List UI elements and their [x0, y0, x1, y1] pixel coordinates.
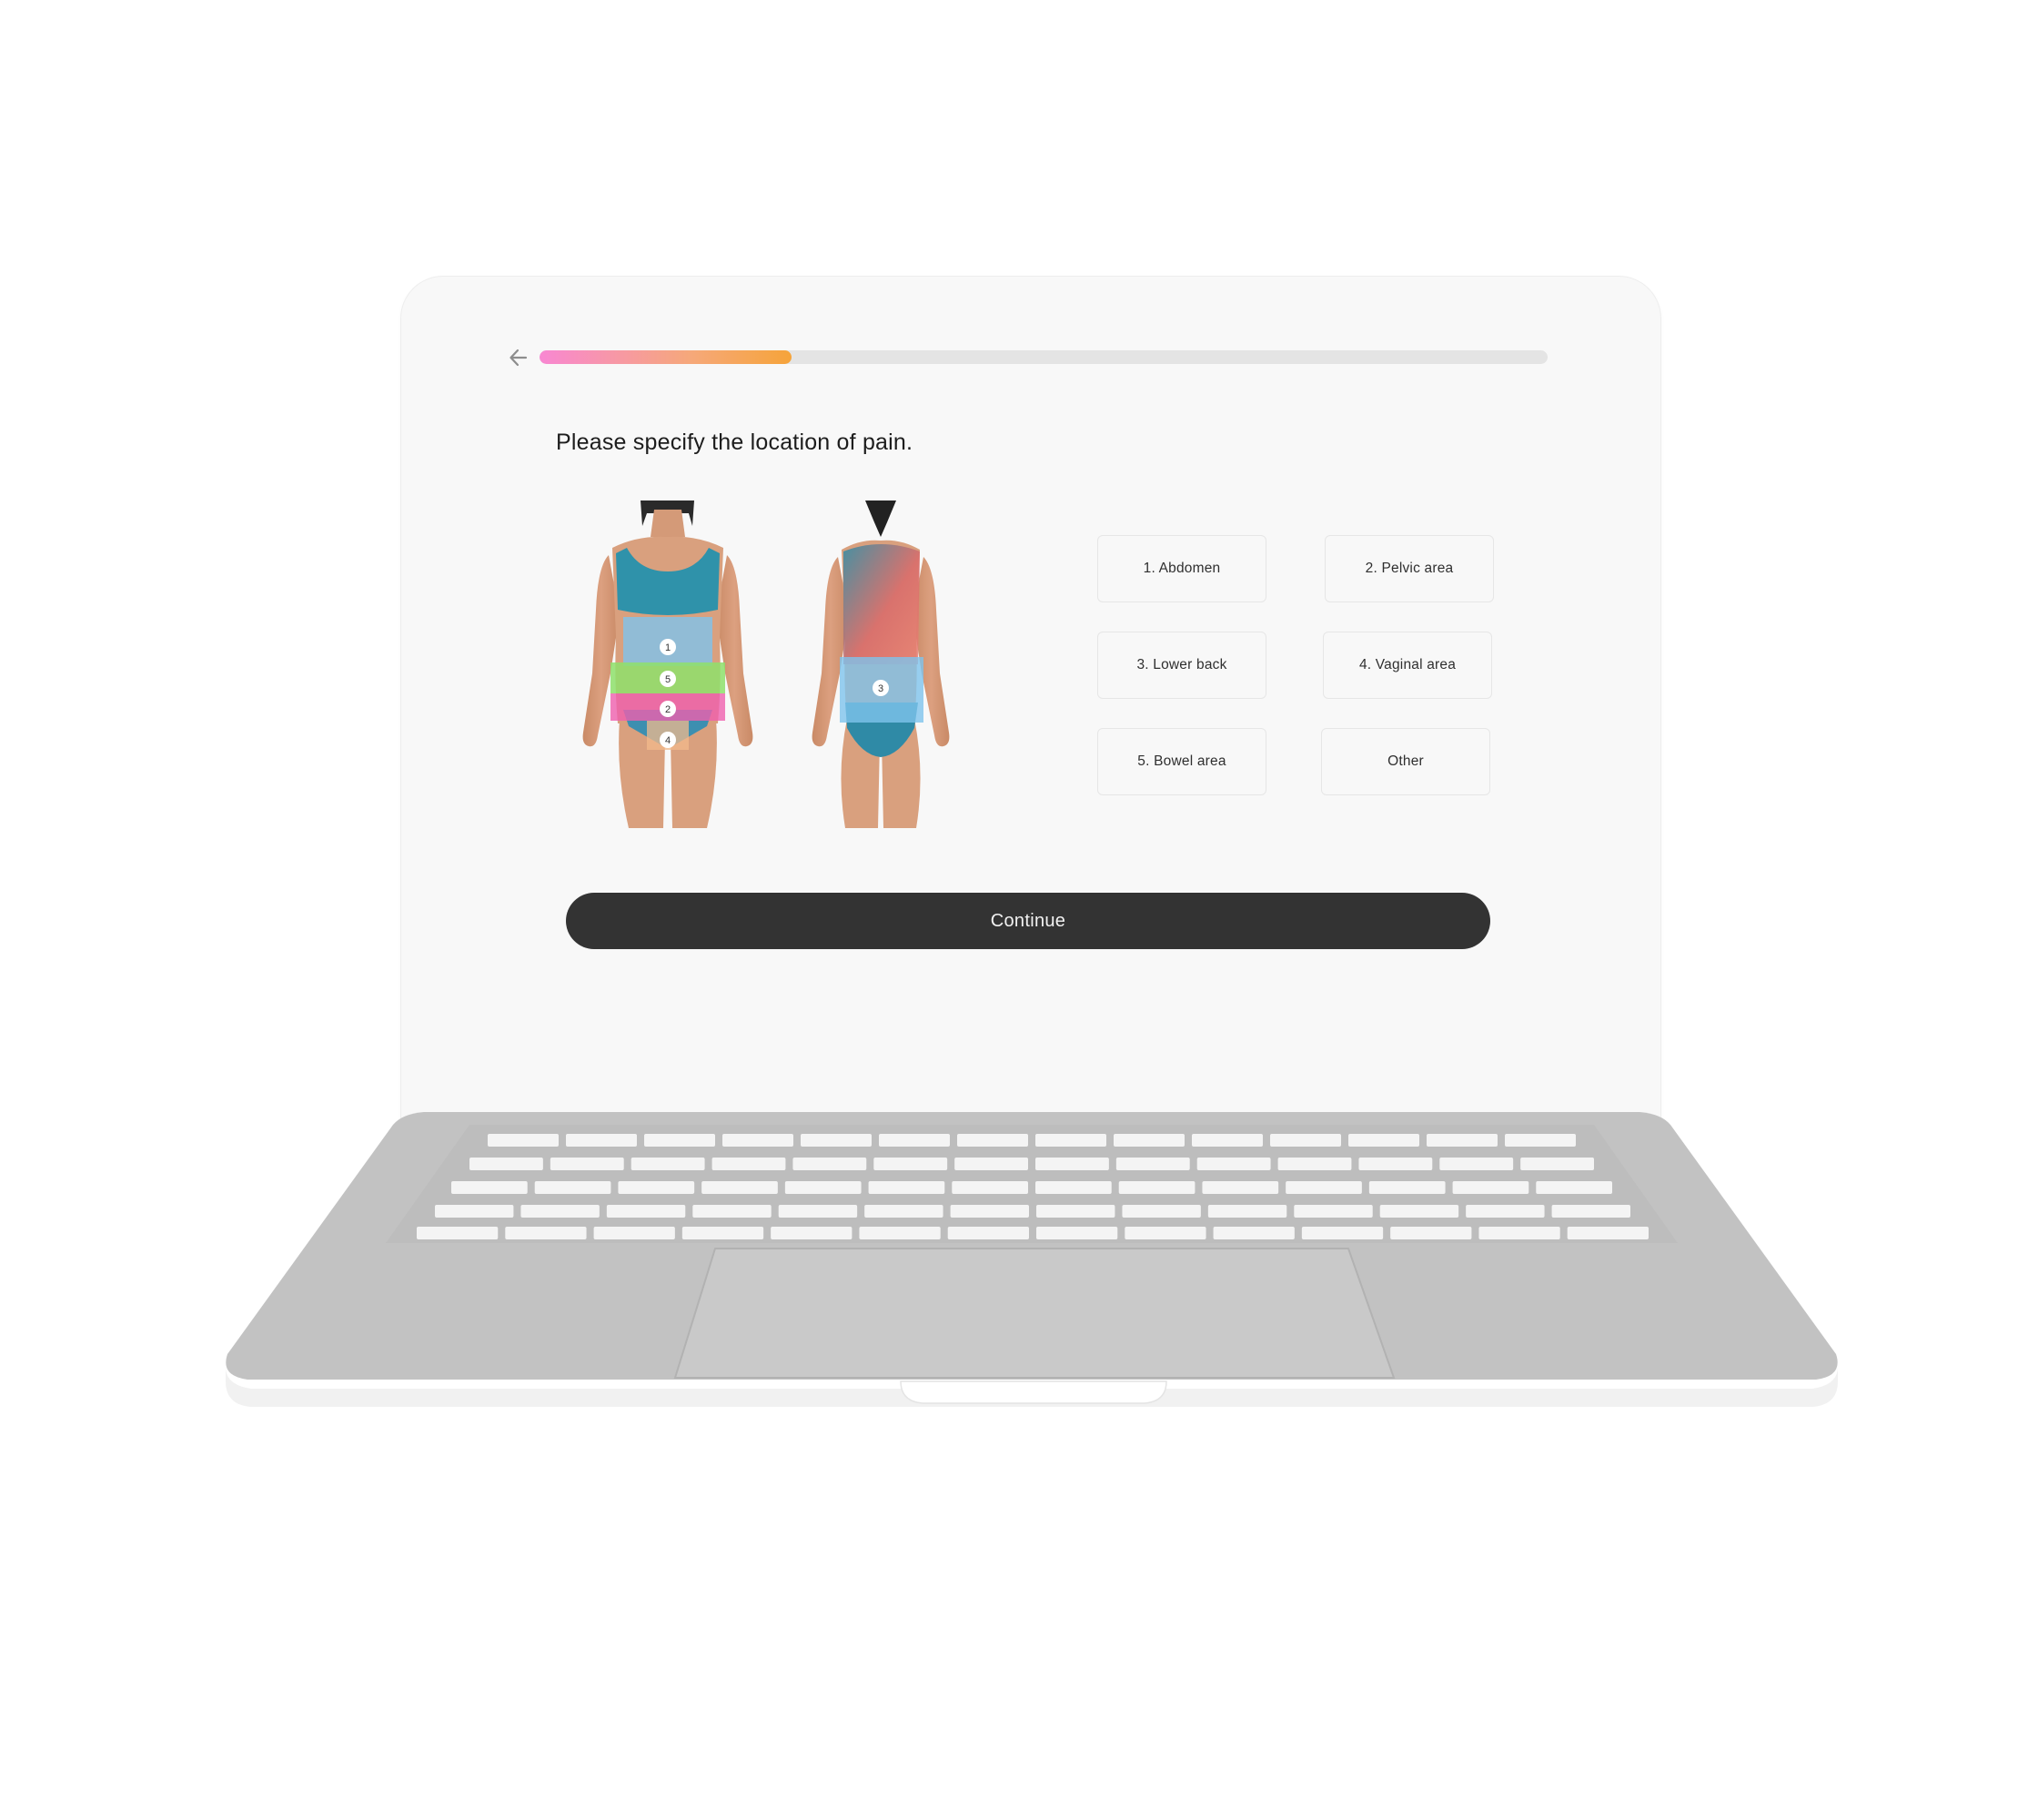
zone-marker-3: 3: [873, 680, 889, 696]
keyboard-key: [1390, 1227, 1472, 1239]
keyboard-key: [1439, 1158, 1514, 1170]
keyboard-key: [1452, 1181, 1529, 1194]
keyboard-key: [1567, 1227, 1649, 1239]
keyboard-key: [1379, 1205, 1459, 1218]
keyboard-key: [771, 1227, 853, 1239]
keyboard-key: [692, 1205, 772, 1218]
keyboard-key: [1277, 1158, 1352, 1170]
keyboard-key: [784, 1181, 862, 1194]
keyboard-key: [606, 1205, 686, 1218]
keyboard-key: [801, 1134, 872, 1147]
keyboard-key: [1125, 1227, 1206, 1239]
keyboard-key: [566, 1134, 637, 1147]
keyboard-key: [1115, 1158, 1190, 1170]
option-bowel-area[interactable]: 5. Bowel area: [1097, 728, 1266, 795]
keyboard-key: [451, 1181, 528, 1194]
keyboard-key: [1536, 1181, 1612, 1194]
keyboard-key: [1035, 1158, 1109, 1170]
svg-text:5: 5: [665, 674, 671, 685]
keyboard-key: [1202, 1181, 1279, 1194]
progress-fill: [540, 350, 792, 364]
zone-marker-2: 2: [660, 701, 676, 717]
keyboard-key: [1294, 1205, 1373, 1218]
keyboard-key: [1348, 1134, 1419, 1147]
option-other[interactable]: Other: [1321, 728, 1490, 795]
continue-button[interactable]: Continue: [566, 893, 1490, 949]
keyboard-key: [417, 1227, 499, 1239]
keyboard-key: [957, 1134, 1028, 1147]
progress-bar: [540, 350, 1548, 364]
keyboard-key: [778, 1205, 858, 1218]
option-lower-back[interactable]: 3. Lower back: [1097, 632, 1266, 699]
keyboard-key: [1192, 1134, 1263, 1147]
body-diagram: 1 5 2 4 3: [582, 500, 950, 828]
keyboard-key: [618, 1181, 695, 1194]
keyboard-key: [864, 1205, 943, 1218]
keyboard-key: [1505, 1134, 1576, 1147]
keyboard-key: [1196, 1158, 1271, 1170]
keyboard-key: [1358, 1158, 1433, 1170]
keyboard-key: [722, 1134, 793, 1147]
zone-marker-5: 5: [660, 671, 676, 687]
keyboard-key: [520, 1205, 600, 1218]
keyboard-key: [950, 1205, 1029, 1218]
app-screen: Please specify the location of pain. 1 5…: [401, 277, 1660, 1126]
svg-text:1: 1: [665, 642, 671, 653]
back-figure: [812, 500, 950, 828]
option-abdomen[interactable]: 1. Abdomen: [1097, 535, 1266, 602]
keyboard-key: [469, 1158, 543, 1170]
keyboard-key: [550, 1158, 624, 1170]
keyboard-key: [435, 1205, 514, 1218]
keyboard-key: [859, 1227, 941, 1239]
keyboard-key: [1122, 1205, 1201, 1218]
zone-marker-1: 1: [660, 639, 676, 655]
question-heading: Please specify the location of pain.: [556, 430, 913, 455]
keyboard-key: [1114, 1134, 1185, 1147]
keyboard-key: [873, 1158, 948, 1170]
keyboard-key: [1118, 1181, 1196, 1194]
keyboard-key: [1478, 1227, 1560, 1239]
back-arrow-icon[interactable]: [507, 346, 530, 369]
option-vaginal-area[interactable]: 4. Vaginal area: [1323, 632, 1492, 699]
keyboard-key: [1368, 1181, 1446, 1194]
front-figure: [582, 500, 753, 828]
keyboard-key: [701, 1181, 778, 1194]
keyboard-key: [954, 1158, 1028, 1170]
keyboard-key: [1286, 1181, 1362, 1194]
keyboard-key: [1035, 1181, 1112, 1194]
keyboard-key: [792, 1158, 867, 1170]
keyboard-key: [1551, 1205, 1630, 1218]
svg-text:4: 4: [665, 735, 671, 746]
svg-text:2: 2: [665, 704, 671, 715]
keyboard-key: [488, 1134, 559, 1147]
keyboard-key: [1207, 1205, 1287, 1218]
laptop-base: [226, 1112, 1838, 1407]
zone-marker-4: 4: [660, 732, 676, 748]
keyboard-key: [947, 1227, 1029, 1239]
keyboard-key: [593, 1227, 675, 1239]
keyboard-key: [631, 1158, 705, 1170]
keyboard-key: [681, 1227, 764, 1239]
keyboard-key: [1036, 1205, 1115, 1218]
keyboard-key: [711, 1158, 786, 1170]
option-pelvic-area[interactable]: 2. Pelvic area: [1325, 535, 1494, 602]
keyboard-key: [534, 1181, 611, 1194]
keyboard-key: [879, 1134, 950, 1147]
keyboard-key: [1035, 1134, 1106, 1147]
keyboard-key: [1466, 1205, 1545, 1218]
keyboard-key: [644, 1134, 715, 1147]
keyboard-key: [952, 1181, 1028, 1194]
keyboard-key: [868, 1181, 945, 1194]
keyboard-key: [1036, 1227, 1118, 1239]
keyboard-key: [1213, 1227, 1295, 1239]
keyboard-key: [505, 1227, 587, 1239]
keyboard-key: [1520, 1158, 1594, 1170]
keyboard-key: [1270, 1134, 1341, 1147]
keyboard-key: [1427, 1134, 1498, 1147]
keyboard-key: [1301, 1227, 1384, 1239]
svg-text:3: 3: [878, 683, 883, 694]
laptop-lid: Please specify the location of pain. 1 5…: [401, 277, 1660, 1126]
